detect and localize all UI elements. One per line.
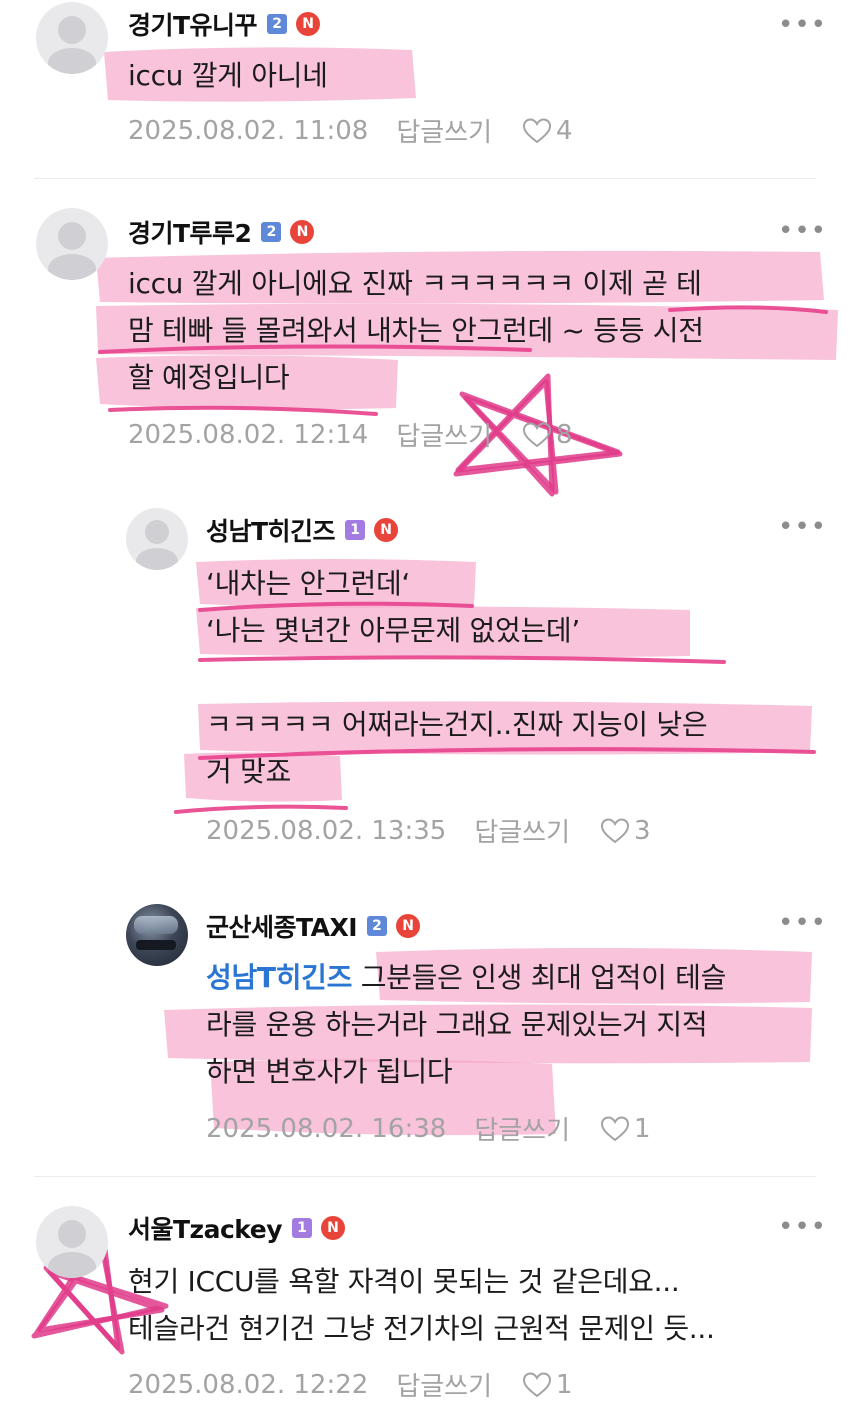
comment-date: 2025.08.02. 16:38 bbox=[206, 1113, 447, 1144]
comment-line: 테슬라건 현기건 그냥 전기차의 근원적 문제인 듯... bbox=[128, 1312, 715, 1345]
level-badge-icon: 1 bbox=[292, 1218, 313, 1238]
divider bbox=[34, 178, 816, 179]
comment-line: 거 맞죠 bbox=[206, 755, 291, 788]
comment-meta: 2025.08.02. 13:35 답글쓰기 3 bbox=[206, 812, 651, 849]
default-avatar-icon[interactable] bbox=[126, 508, 188, 570]
comment-meta: 2025.08.02. 12:22 답글쓰기 1 bbox=[128, 1366, 573, 1403]
comment-meta: 2025.08.02. 16:38 답글쓰기 1 bbox=[206, 1110, 651, 1147]
comment-line bbox=[206, 654, 707, 701]
new-badge-icon: N bbox=[296, 12, 321, 36]
comment-meta: 2025.08.02. 12:14 답글쓰기 8 bbox=[128, 416, 573, 453]
nickname[interactable]: 군산세종TAXI bbox=[206, 908, 358, 944]
more-icon[interactable]: ••• bbox=[778, 218, 827, 244]
comment-line: 현기 ICCU를 욕할 자격이 못되는 것 같은데요... bbox=[128, 1265, 680, 1298]
comment-header: 군산세종TAXI 2 N bbox=[206, 908, 421, 944]
more-icon[interactable]: ••• bbox=[778, 910, 827, 936]
like-button[interactable]: 8 bbox=[522, 420, 573, 450]
reply-button[interactable]: 답글쓰기 bbox=[396, 1366, 492, 1403]
heart-icon bbox=[523, 421, 552, 447]
nickname[interactable]: 경기T유니꾸 bbox=[128, 6, 258, 42]
heart-icon bbox=[601, 817, 630, 843]
nickname[interactable]: 서울Tzackey bbox=[128, 1210, 283, 1246]
nickname[interactable]: 성남T히긴즈 bbox=[206, 512, 336, 548]
level-badge-icon: 2 bbox=[367, 916, 388, 936]
like-button[interactable]: 3 bbox=[600, 816, 651, 846]
comment-header: 서울Tzackey 1 N bbox=[128, 1210, 346, 1246]
like-button[interactable]: 1 bbox=[600, 1114, 651, 1144]
like-count: 1 bbox=[634, 1113, 651, 1144]
comment-line: ‘내차는 안그런데‘ bbox=[206, 567, 411, 600]
default-avatar-icon[interactable] bbox=[36, 2, 108, 74]
like-count: 3 bbox=[634, 815, 651, 846]
comment-line: 하면 변호사가 됩니다 bbox=[206, 1055, 453, 1088]
comment-date: 2025.08.02. 12:22 bbox=[128, 1369, 369, 1400]
default-avatar-icon[interactable] bbox=[36, 1206, 108, 1278]
comment-text: iccu 깔게 아니네 bbox=[128, 52, 328, 99]
comment-header: 경기T루루2 2 N bbox=[128, 214, 315, 250]
new-badge-icon: N bbox=[321, 1216, 346, 1240]
comment-line: 맘 테빠 들 몰려와서 내차는 안그런데 ~ 등등 시전 bbox=[128, 314, 704, 347]
comment-meta: 2025.08.02. 11:08 답글쓰기 4 bbox=[128, 112, 573, 149]
comment-date: 2025.08.02. 12:14 bbox=[128, 419, 369, 450]
comment-date: 2025.08.02. 11:08 bbox=[128, 115, 369, 146]
new-badge-icon: N bbox=[374, 518, 399, 542]
reply-button[interactable]: 답글쓰기 bbox=[474, 812, 570, 849]
comment-line: iccu 깔게 아니네 bbox=[128, 59, 328, 92]
comment-line: 성남T히긴즈 그분들은 인생 최대 업적이 테슬 bbox=[206, 954, 726, 1001]
level-badge-icon: 2 bbox=[267, 14, 288, 34]
like-count: 1 bbox=[556, 1369, 573, 1400]
level-badge-icon: 1 bbox=[345, 520, 366, 540]
comment-line: 라를 운용 하는거라 그래요 문제있는거 지적 bbox=[206, 1008, 708, 1041]
comment-line: 할 예정입니다 bbox=[128, 361, 290, 394]
comment-line: iccu 깔게 아니에요 진짜 ㅋㅋㅋㅋㅋㅋ 이제 곧 테 bbox=[128, 267, 702, 300]
profile-photo-avatar[interactable] bbox=[126, 904, 188, 966]
divider bbox=[34, 1176, 816, 1177]
comment-text: 성남T히긴즈 그분들은 인생 최대 업적이 테슬 라를 운용 하는거라 그래요 … bbox=[206, 954, 726, 1095]
level-badge-icon: 2 bbox=[261, 222, 282, 242]
reply-button[interactable]: 답글쓰기 bbox=[396, 112, 492, 149]
more-icon[interactable]: ••• bbox=[778, 1214, 827, 1240]
like-count: 4 bbox=[556, 115, 573, 146]
heart-icon bbox=[523, 117, 552, 143]
comment-header: 성남T히긴즈 1 N bbox=[206, 512, 399, 548]
mention-link[interactable]: 성남T히긴즈 bbox=[206, 961, 352, 994]
comment-line: ㅋㅋㅋㅋㅋ 어쩌라는건지..진짜 지능이 낮은 bbox=[206, 708, 708, 741]
new-badge-icon: N bbox=[396, 914, 421, 938]
reply-button[interactable]: 답글쓰기 bbox=[474, 1110, 570, 1147]
comment-text: ‘내차는 안그런데‘ ‘나는 몇년간 아무문제 없었는데’ ㅋㅋㅋㅋㅋ 어쩌라는… bbox=[206, 560, 708, 795]
nickname[interactable]: 경기T루루2 bbox=[128, 214, 252, 250]
reply-button[interactable]: 답글쓰기 bbox=[396, 416, 492, 453]
like-count: 8 bbox=[556, 419, 573, 450]
more-icon[interactable]: ••• bbox=[778, 12, 827, 38]
like-button[interactable]: 4 bbox=[522, 116, 573, 146]
comment-line-rest: 그분들은 인생 최대 업적이 테슬 bbox=[352, 961, 727, 994]
more-icon[interactable]: ••• bbox=[778, 514, 827, 540]
new-badge-icon: N bbox=[290, 220, 315, 244]
heart-icon bbox=[601, 1115, 630, 1141]
like-button[interactable]: 1 bbox=[522, 1370, 573, 1400]
comment-text: iccu 깔게 아니에요 진짜 ㅋㅋㅋㅋㅋㅋ 이제 곧 테 맘 테빠 들 몰려와… bbox=[128, 260, 704, 401]
comment-header: 경기T유니꾸 2 N bbox=[128, 6, 321, 42]
default-avatar-icon[interactable] bbox=[36, 208, 108, 280]
comment-text: 현기 ICCU를 욕할 자격이 못되는 것 같은데요... 테슬라건 현기건 그… bbox=[128, 1258, 715, 1352]
comment-date: 2025.08.02. 13:35 bbox=[206, 815, 447, 846]
comment-line: ‘나는 몇년간 아무문제 없었는데’ bbox=[206, 614, 580, 647]
heart-icon bbox=[523, 1371, 552, 1397]
